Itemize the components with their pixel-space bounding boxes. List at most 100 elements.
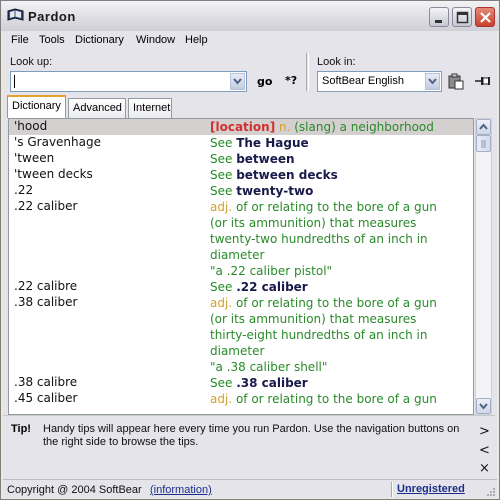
definition-text: (or its ammunition) that measures	[210, 312, 417, 326]
list-item[interactable]: .22 caliber adj. of or relating to the bo…	[9, 199, 473, 279]
book-icon	[7, 8, 24, 21]
definition-line: See The Hague	[210, 135, 472, 151]
entry-definition: See .22 caliber	[210, 279, 472, 295]
scroll-thumb[interactable]	[476, 135, 491, 152]
cross-reference-link[interactable]: The Hague	[236, 136, 308, 150]
tip-label: Tip!	[11, 423, 31, 435]
chevron-down-icon	[233, 78, 242, 85]
entry-definition: See twenty-two	[210, 183, 472, 199]
menu-bar: File Tools Dictionary Window Help	[3, 31, 497, 49]
cross-reference-link[interactable]: .22 caliber	[236, 280, 308, 294]
entry-definition: adj. of or relating to the bore of a gun…	[210, 295, 472, 375]
definition-text: of or relating to the bore of a gun	[232, 296, 437, 310]
cross-reference-link[interactable]: between decks	[236, 168, 338, 182]
chevron-down-icon	[479, 403, 488, 410]
entry-definition: [location] n. (slang) a neighborhood	[210, 119, 472, 135]
part-of-speech: adj.	[210, 200, 233, 214]
tab-dictionary[interactable]: Dictionary	[7, 95, 66, 118]
text-caret	[14, 75, 15, 88]
cross-reference-link[interactable]: twenty-two	[236, 184, 313, 198]
list-item[interactable]: 'hood [location] n. (slang) a neighborhoo…	[9, 119, 473, 135]
category-tag: [location]	[210, 120, 276, 134]
definition-line: thirty-eight hundredths of an inch in	[210, 327, 472, 343]
tip-close-button[interactable]: ×	[479, 461, 490, 476]
minimize-icon	[435, 20, 442, 23]
list-item[interactable]: 's Gravenhage See The Hague	[9, 135, 473, 151]
part-of-speech: adj.	[210, 392, 233, 406]
status-separator	[391, 482, 393, 497]
definition-text: of or relating to the bore of a gun	[232, 200, 437, 214]
lookup-input[interactable]	[10, 71, 247, 92]
dictionary-list[interactable]: 'hood [location] n. (slang) a neighborhoo…	[8, 118, 474, 415]
wildcard-button[interactable]: *?	[285, 74, 297, 87]
definition-line: diameter	[210, 247, 472, 263]
list-item[interactable]: 'tween See between	[9, 151, 473, 167]
entry-definition: See The Hague	[210, 135, 472, 151]
entry-term: 'hood	[14, 119, 48, 133]
lookin-select[interactable]: SoftBear English	[317, 71, 442, 92]
entry-definition: adj. of or relating to the bore of a gun…	[210, 199, 472, 279]
definition-line: (or its ammunition) that measures	[210, 215, 472, 231]
see-label: See	[210, 168, 237, 182]
entry-definition: See .38 caliber	[210, 375, 472, 391]
menu-dictionary[interactable]: Dictionary	[75, 34, 124, 46]
see-label: See	[210, 136, 237, 150]
pardon-window: Pardon File Tools Dictionary Window Help…	[0, 0, 500, 500]
grip-lines-icon	[481, 140, 486, 148]
entry-definition: adj. of or relating to the bore of a gun	[210, 391, 472, 407]
resize-grip-icon[interactable]	[485, 486, 495, 496]
tip-next-button[interactable]: >	[479, 424, 490, 439]
definition-line: "a .38 caliber shell"	[210, 359, 472, 375]
cross-reference-link[interactable]: between	[236, 152, 294, 166]
list-item[interactable]: 'tween decks See between decks	[9, 167, 473, 183]
menu-help[interactable]: Help	[185, 34, 208, 46]
status-bar: Copyright @ 2004 SoftBear (information) …	[3, 479, 497, 498]
definition-text: (or its ammunition) that measures	[210, 216, 417, 230]
definition-line: twenty-two hundredths of an inch in	[210, 231, 472, 247]
go-button[interactable]: go	[257, 75, 272, 88]
menu-window[interactable]: Window	[136, 34, 175, 46]
menu-tools[interactable]: Tools	[39, 34, 65, 46]
scroll-up-button[interactable]	[476, 119, 491, 135]
list-item[interactable]: .38 calibre See .38 caliber	[9, 375, 473, 391]
minimize-button[interactable]	[429, 7, 449, 27]
definition-line: (or its ammunition) that measures	[210, 311, 472, 327]
tip-text: Handy tips will appear here every time y…	[43, 423, 460, 448]
definition-text: thirty-eight hundredths of an inch in	[210, 328, 428, 342]
copyright-text: Copyright @ 2004 SoftBear	[7, 484, 142, 496]
list-item[interactable]: .22 See twenty-two	[9, 183, 473, 199]
list-item[interactable]: .45 caliber adj. of or relating to the bo…	[9, 391, 473, 407]
menu-file[interactable]: File	[11, 34, 29, 46]
definition-text: "a .38 caliber shell"	[210, 360, 328, 374]
tab-internet[interactable]: Internet	[128, 98, 172, 118]
scroll-down-button[interactable]	[476, 398, 491, 414]
entry-term: .22 calibre	[14, 279, 78, 293]
definition-text: twenty-two hundredths of an inch in	[210, 232, 428, 246]
definition-text: diameter	[210, 248, 265, 262]
part-of-speech: n.	[275, 120, 291, 134]
tab-advanced[interactable]: Advanced	[68, 98, 126, 118]
list-item[interactable]: .38 caliber adj. of or relating to the bo…	[9, 295, 473, 375]
definition-line: See between	[210, 151, 472, 167]
list-item[interactable]: .22 calibre See .22 caliber	[9, 279, 473, 295]
close-icon	[480, 12, 491, 23]
title-bar[interactable]: Pardon	[1, 1, 499, 31]
information-link[interactable]: (information)	[150, 484, 212, 496]
clipboard-paste-icon[interactable]	[448, 73, 464, 90]
definition-line: adj. of or relating to the bore of a gun	[210, 295, 472, 311]
definition-line: See .22 caliber	[210, 279, 472, 295]
lookup-dropdown-button[interactable]	[230, 73, 245, 90]
unregistered-link[interactable]: Unregistered	[397, 483, 465, 495]
cross-reference-link[interactable]: .38 caliber	[236, 376, 308, 390]
vertical-scrollbar[interactable]	[475, 118, 492, 415]
pin-icon[interactable]	[475, 75, 491, 87]
lookin-dropdown-button[interactable]	[425, 73, 440, 90]
see-label: See	[210, 184, 237, 198]
close-button[interactable]	[475, 7, 495, 27]
definition-line: See between decks	[210, 167, 472, 183]
see-label: See	[210, 152, 237, 166]
tip-prev-button[interactable]: <	[479, 443, 490, 458]
part-of-speech: adj.	[210, 296, 233, 310]
maximize-button[interactable]	[452, 7, 472, 27]
definition-text: (slang) a neighborhood	[290, 120, 434, 134]
